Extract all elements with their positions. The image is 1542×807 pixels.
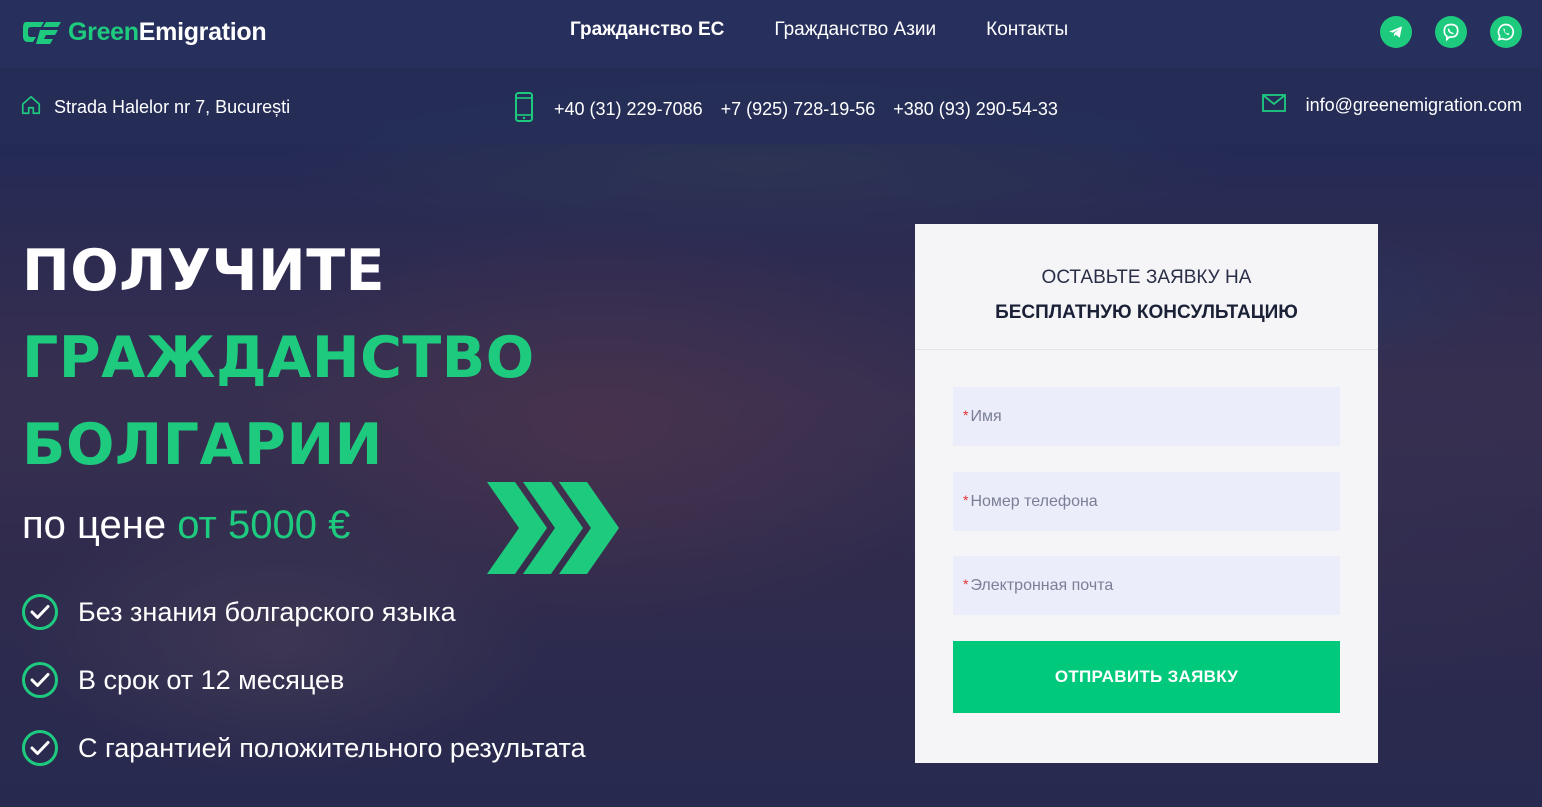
nav-item-eu-citizenship[interactable]: Гражданство ЕС: [570, 19, 724, 41]
phone-placeholder: Номер телефона: [970, 492, 1098, 510]
required-mark: *: [963, 407, 969, 423]
form-title-line-1: ОСТАВЬТЕ ЗАЯВКУ НА: [1041, 267, 1252, 288]
nav-item-asia-citizenship[interactable]: Гражданство Азии: [774, 19, 936, 41]
benefit-text: В срок от 12 месяцев: [78, 664, 345, 695]
headline-line-2: ГРАЖДАНСТВО: [22, 325, 535, 391]
telegram-icon[interactable]: [1380, 16, 1412, 48]
form-title-line-2: БЕСПЛАТНУЮ КОНСУЛЬТАЦИЮ: [995, 302, 1298, 323]
logo-mark-icon: [22, 17, 62, 47]
benefit-item: С гарантией положительного результата: [22, 726, 586, 770]
viber-icon[interactable]: [1435, 16, 1467, 48]
phone-numbers: +40 (31) 229-7086 +7 (925) 728-19-56 +38…: [514, 92, 1058, 127]
name-field[interactable]: * Имя: [953, 387, 1340, 446]
whatsapp-icon[interactable]: [1490, 16, 1522, 48]
chevrons-arrow-icon: [485, 480, 625, 581]
benefit-item: В срок от 12 месяцев: [22, 658, 586, 702]
address-text: Strada Halelor nr 7, București: [54, 97, 291, 117]
hero-headline: ПОЛУЧИТЕ ГРАЖДАНСТВО БОЛГАРИИ: [22, 228, 535, 489]
check-circle-icon: [22, 594, 58, 630]
email-field[interactable]: * Электронная почта: [953, 556, 1340, 615]
price-line: по цене от 5000 €: [22, 503, 350, 548]
contact-bar: Strada Halelor nr 7, București +40 (31) …: [0, 68, 1542, 144]
email-link[interactable]: info@greenemigration.com: [1306, 95, 1522, 116]
top-navbar: GreenEmigration Гражданство ЕС Гражданст…: [0, 0, 1542, 68]
phone-icon: [514, 92, 534, 127]
consultation-form: ОСТАВЬТЕ ЗАЯВКУ НА БЕСПЛАТНУЮ КОНСУЛЬТАЦ…: [915, 224, 1378, 763]
form-header: ОСТАВЬТЕ ЗАЯВКУ НА БЕСПЛАТНУЮ КОНСУЛЬТАЦ…: [915, 224, 1378, 350]
check-circle-icon: [22, 730, 58, 766]
phone-link-ro[interactable]: +40 (31) 229-7086: [554, 99, 703, 120]
main-nav: Гражданство ЕС Гражданство Азии Контакты: [570, 19, 1068, 41]
headline-line-3: БОЛГАРИИ: [22, 412, 383, 478]
home-icon: [20, 94, 42, 121]
address: Strada Halelor nr 7, București: [20, 94, 290, 121]
phone-link-ru[interactable]: +7 (925) 728-19-56: [721, 99, 876, 120]
benefit-text: Без знания болгарского языка: [78, 596, 456, 627]
logo[interactable]: GreenEmigration: [22, 15, 267, 49]
name-placeholder: Имя: [970, 407, 1002, 425]
required-mark: *: [963, 576, 969, 592]
check-circle-icon: [22, 662, 58, 698]
email-contact: info@greenemigration.com: [1261, 94, 1522, 117]
benefit-item: Без знания болгарского языка: [22, 590, 586, 634]
phone-field[interactable]: * Номер телефона: [953, 472, 1340, 531]
phone-link-ua[interactable]: +380 (93) 290-54-33: [893, 99, 1058, 120]
benefits-list: Без знания болгарского языка В срок от 1…: [22, 590, 586, 794]
price-value: от 5000 €: [177, 503, 351, 547]
nav-item-contacts[interactable]: Контакты: [986, 19, 1068, 41]
price-prefix: по цене: [22, 503, 167, 547]
benefit-text: С гарантией положительного результата: [78, 732, 586, 763]
social-links: [1380, 16, 1522, 48]
submit-button[interactable]: ОТПРАВИТЬ ЗАЯВКУ: [953, 641, 1340, 713]
headline-line-1: ПОЛУЧИТЕ: [22, 238, 386, 304]
envelope-icon: [1261, 94, 1286, 117]
logo-text: GreenEmigration: [68, 17, 267, 46]
email-placeholder: Электронная почта: [970, 576, 1114, 594]
required-mark: *: [963, 492, 969, 508]
